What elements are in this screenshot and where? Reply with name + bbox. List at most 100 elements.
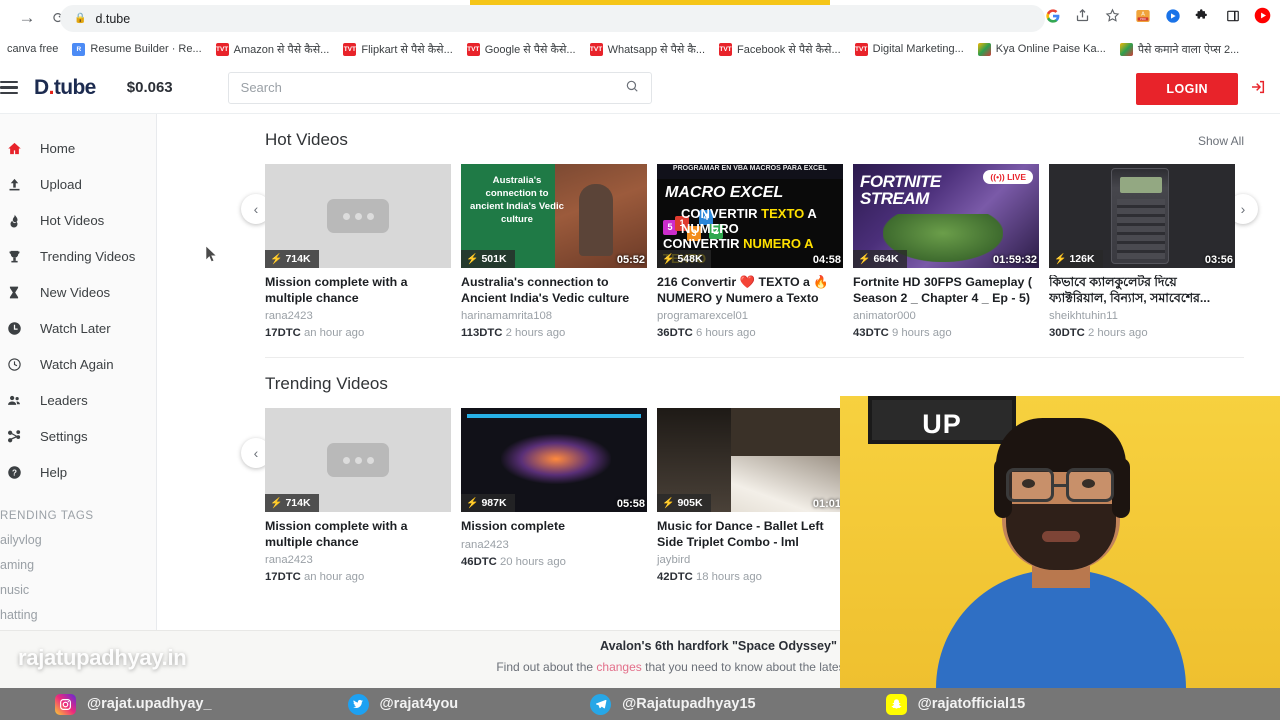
art-line2: STREAM: [860, 189, 929, 208]
dtube-logo[interactable]: D.tube: [34, 76, 96, 100]
social-item-telegram[interactable]: @Rajatupadhyay15: [590, 693, 756, 715]
video-thumbnail[interactable]: FORTNITE STREAM ((•)) LIVE ⚡ 664K 01:59:32: [853, 164, 1039, 268]
video-author[interactable]: harinamamrita108: [461, 310, 647, 322]
bookmark-item[interactable]: TVT Facebook से पैसे कैसे...: [712, 38, 848, 60]
bolt-icon: ⚡: [858, 253, 871, 265]
sidebar-item-leaders[interactable]: Leaders: [0, 382, 156, 418]
bookmark-label: Flipkart से पैसे कैसे...: [361, 43, 453, 56]
sidebar-item-trending-videos[interactable]: Trending Videos: [0, 238, 156, 274]
video-card[interactable]: ⚡ 126K 03:56 কিভাবে ক্যালকুলেটর দিয়ে ফ্য…: [1049, 164, 1235, 339]
banner-changes-link[interactable]: changes: [596, 660, 641, 674]
calculator-screen: [1120, 177, 1162, 193]
show-all-link[interactable]: Show All: [1198, 134, 1244, 148]
video-card[interactable]: FORTNITE STREAM ((•)) LIVE ⚡ 664K 01:59:32…: [853, 164, 1039, 339]
search-input[interactable]: [240, 80, 625, 95]
video-title[interactable]: Fortnite HD 30FPS Gameplay ( Season 2 _ …: [853, 275, 1039, 306]
bookmark-star-icon[interactable]: [1103, 6, 1122, 25]
login-button[interactable]: LOGIN: [1136, 73, 1238, 105]
video-thumbnail[interactable]: ⚡ 714K: [265, 408, 451, 512]
tag-item[interactable]: nusic: [0, 583, 156, 597]
bookmark-item[interactable]: TVT Whatsapp से पैसे कै...: [583, 38, 712, 60]
social-item-twitter[interactable]: @rajat4you: [347, 693, 458, 715]
screen: → ⟳ 🔒 d.tube A PRO canva free R Resume B…: [0, 0, 1280, 720]
video-title[interactable]: Australia's connection to Ancient India'…: [461, 275, 647, 306]
sidebar-label: Watch Again: [40, 356, 114, 372]
bookmark-item[interactable]: TVT Flipkart से पैसे कैसे...: [336, 38, 459, 60]
tag-item[interactable]: ailyvlog: [0, 533, 156, 547]
video-dtc: 43DTC: [853, 327, 889, 339]
sidebar-item-settings[interactable]: Settings: [0, 418, 156, 454]
video-author[interactable]: rana2423: [461, 539, 647, 551]
google-icon[interactable]: [1043, 6, 1062, 25]
adblock-icon[interactable]: A PRO: [1133, 6, 1152, 25]
live-label: LIVE: [1007, 172, 1026, 182]
forward-icon[interactable]: →: [14, 5, 40, 31]
tag-item[interactable]: aming: [0, 558, 156, 572]
video-thumbnail[interactable]: PROGRAMAR EN VBA MACROS PARA EXCEL 5 1 3…: [657, 164, 843, 268]
extensions-puzzle-icon[interactable]: [1193, 6, 1212, 25]
video-card[interactable]: ⚡ 714K Mission complete with a multiple c…: [265, 164, 451, 339]
video-title[interactable]: Mission complete with a multiple chance: [265, 519, 451, 550]
bookmark-item[interactable]: R Resume Builder · Re...: [65, 38, 208, 60]
video-author[interactable]: programarexcel01: [657, 310, 843, 322]
sidebar-item-new-videos[interactable]: New Videos: [0, 274, 156, 310]
video-title[interactable]: Mission complete: [461, 519, 647, 535]
sidebar-item-home[interactable]: Home: [0, 130, 156, 166]
video-author[interactable]: rana2423: [265, 554, 451, 566]
sidepanel-icon[interactable]: [1223, 6, 1242, 25]
video-author[interactable]: sheikhtuhin11: [1049, 310, 1235, 322]
sidebar-item-watch-again[interactable]: Watch Again: [0, 346, 156, 382]
trending-tags-title: RENDING TAGS: [0, 510, 94, 522]
video-duration: 03:56: [1204, 254, 1233, 266]
sidebar-item-help[interactable]: ? Help: [0, 454, 156, 490]
video-author[interactable]: jaybird: [657, 554, 843, 566]
video-thumbnail[interactable]: Australia's connection to ancient India'…: [461, 164, 647, 268]
video-title[interactable]: 216 Convertir ❤️ TEXTO a 🔥 NUMERO y Nume…: [657, 275, 843, 306]
instagram-icon: [55, 693, 76, 715]
video-thumbnail[interactable]: ⚡ 126K 03:56: [1049, 164, 1235, 268]
sidebar-item-upload[interactable]: Upload: [0, 166, 156, 202]
address-bar[interactable]: 🔒 d.tube: [60, 5, 1045, 32]
bookmark-item[interactable]: TVT Digital Marketing...: [848, 38, 971, 60]
live-badge: ((•)) LIVE: [983, 170, 1033, 184]
video-card[interactable]: ⚡ 905K 01:01 Music for Dance - Ballet Lef…: [657, 408, 843, 583]
video-card[interactable]: ⚡ 987K 05:58 Mission complete rana2423 46…: [461, 408, 647, 583]
hamburger-icon[interactable]: [0, 80, 18, 95]
video-author[interactable]: rana2423: [265, 310, 451, 322]
bookmark-item[interactable]: TVT Google से पैसे कैसे...: [460, 38, 583, 60]
search-icon[interactable]: [625, 79, 639, 96]
home-icon: [4, 141, 24, 156]
sidebar-label: Watch Later: [40, 320, 111, 336]
video-duration: 01:59:32: [992, 254, 1037, 266]
placeholder-icon: [327, 443, 389, 477]
login-area: LOGIN: [1136, 73, 1266, 105]
video-author[interactable]: animator000: [853, 310, 1039, 322]
video-duration: 04:58: [812, 254, 841, 266]
video-card[interactable]: ⚡ 714K Mission complete with a multiple c…: [265, 408, 451, 583]
video-thumbnail[interactable]: ⚡ 714K: [265, 164, 451, 268]
bookmark-item[interactable]: पैसे कमाने वाला ऐप्स 2...: [1113, 38, 1246, 60]
video-title[interactable]: Mission complete with a multiple chance: [265, 275, 451, 306]
social-item-snapchat[interactable]: @rajatofficial15: [885, 693, 1025, 715]
video-title[interactable]: কিভাবে ক্যালকুলেটর দিয়ে ফ্যাক্টরিয়াল, …: [1049, 275, 1235, 306]
social-item-instagram[interactable]: @rajat.upadhyay_: [55, 693, 212, 715]
sign-in-icon[interactable]: [1250, 79, 1266, 100]
bookmark-item[interactable]: canva free: [0, 38, 65, 60]
video-card[interactable]: Australia's connection to ancient India'…: [461, 164, 647, 339]
bookmark-item[interactable]: TVT Amazon से पैसे कैसे...: [209, 38, 337, 60]
youtube-icon[interactable]: [1253, 6, 1272, 25]
tag-item[interactable]: hatting: [0, 608, 156, 622]
wall-sign: UP: [868, 396, 1016, 444]
video-thumbnail[interactable]: ⚡ 905K 01:01: [657, 408, 843, 512]
search-bar[interactable]: [227, 71, 652, 104]
video-thumbnail[interactable]: ⚡ 987K 05:58: [461, 408, 647, 512]
share-icon[interactable]: [1073, 6, 1092, 25]
video-card[interactable]: PROGRAMAR EN VBA MACROS PARA EXCEL 5 1 3…: [657, 164, 843, 339]
toolbar-icon-group: A PRO: [1043, 6, 1272, 25]
video-downloader-icon[interactable]: [1163, 6, 1182, 25]
bookmark-item[interactable]: Kya Online Paise Ka...: [971, 38, 1113, 60]
sidebar-item-watch-later[interactable]: Watch Later: [0, 310, 156, 346]
bolt-icon: ⚡: [662, 253, 675, 265]
video-title[interactable]: Music for Dance - Ballet Left Side Tripl…: [657, 519, 843, 550]
sidebar-item-hot-videos[interactable]: Hot Videos: [0, 202, 156, 238]
